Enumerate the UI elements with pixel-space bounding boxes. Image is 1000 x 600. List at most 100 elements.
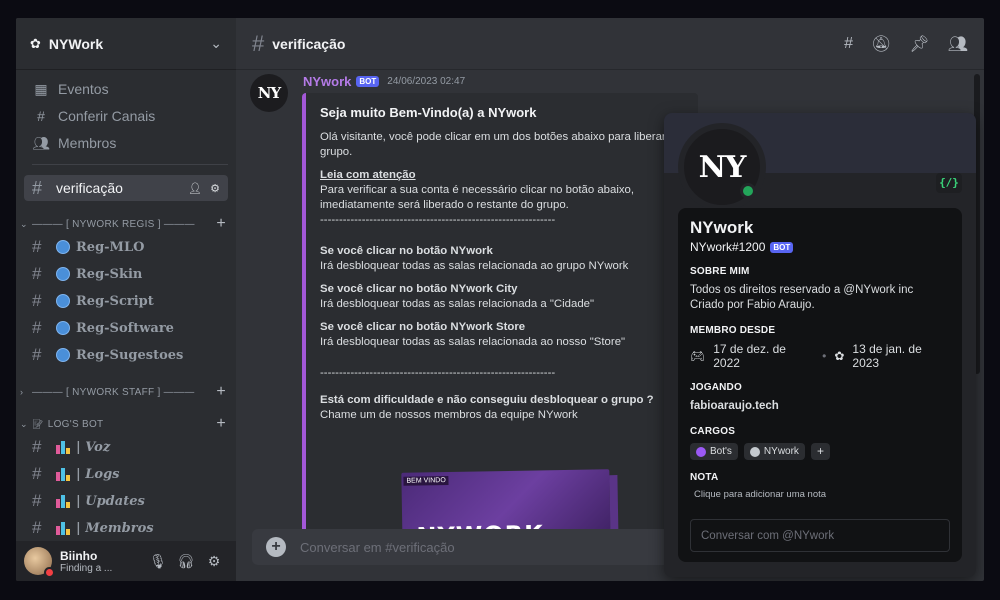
ny-logo: NY bbox=[257, 84, 281, 102]
server-name: NYWork bbox=[48, 35, 104, 52]
role-name: Bot's bbox=[710, 446, 732, 457]
gear-icon[interactable]: ⚙ bbox=[210, 182, 220, 195]
hash-icon: # bbox=[32, 318, 42, 337]
bot-badge: BOT bbox=[356, 76, 380, 87]
ny-logo: NY bbox=[698, 149, 747, 185]
role-pill[interactable]: Bot's bbox=[690, 443, 738, 460]
channel-label: Reg-Sugestoes bbox=[76, 347, 184, 363]
chevron-down-icon[interactable]: ⌄ bbox=[210, 35, 222, 52]
member-list-icon[interactable]: 👥︎ bbox=[948, 34, 968, 54]
category-nywork-staff[interactable]: › ——— [ NYWORK STAFF ] ——— + bbox=[20, 383, 232, 401]
profile-avatar[interactable]: NY bbox=[678, 123, 766, 211]
chart-icon bbox=[56, 494, 70, 508]
member-since-title: MEMBRO DESDE bbox=[690, 325, 776, 336]
profile-tag: NYwork#1200 bbox=[690, 240, 766, 254]
profile-name: NYwork bbox=[690, 218, 754, 237]
profile-tag-row: NYwork#1200 BOT bbox=[690, 240, 950, 254]
add-channel-icon[interactable]: + bbox=[216, 383, 226, 401]
nav-events[interactable]: ▦ Eventos bbox=[24, 76, 228, 102]
headphones-icon[interactable]: 🎧︎ bbox=[172, 553, 200, 570]
user-status: Finding a ... bbox=[60, 562, 113, 574]
channel-label: | Membros bbox=[76, 520, 154, 536]
category-nywork-regis[interactable]: ⌄ ——— [ NYWORK REGIS ] ——— + bbox=[20, 215, 232, 233]
server-icon: ✿ bbox=[30, 35, 41, 51]
hash-icon: # bbox=[32, 345, 42, 364]
microphone-icon[interactable]: 🎙︎ bbox=[144, 553, 172, 570]
threads-icon[interactable]: # bbox=[844, 35, 853, 53]
chart-icon bbox=[56, 521, 70, 535]
channel-reg-software[interactable]: # Reg-Software bbox=[24, 315, 228, 341]
user-meta[interactable]: Biinho Finding a ... bbox=[60, 549, 144, 574]
category-label: LOG'S BOT bbox=[47, 418, 104, 430]
message-embed: Seja muito Bem-Vindo(a) a NYwork Olá vis… bbox=[302, 93, 698, 533]
embed-banner-image[interactable]: BEM VINDO NYWORK bbox=[401, 469, 619, 533]
members-icon: 👥︎ bbox=[32, 134, 50, 151]
server-header[interactable]: ✿ NYWork ⌄ bbox=[16, 18, 236, 70]
note-input[interactable]: Clique para adicionar uma nota bbox=[694, 489, 950, 500]
channel-label: Reg-Script bbox=[76, 293, 154, 309]
globe-icon bbox=[56, 294, 70, 308]
nav-browse-channels[interactable]: # Conferir Canais bbox=[24, 103, 228, 129]
channel-reg-script[interactable]: # Reg-Script bbox=[24, 288, 228, 314]
about-text: Criado por Fabio Araujo. bbox=[690, 299, 815, 311]
message-composer[interactable]: + Conversar em #verificação bbox=[252, 529, 692, 565]
category-label: ——— [ NYWORK STAFF ] ——— bbox=[32, 386, 195, 398]
dm-input[interactable]: Conversar com @NYwork bbox=[690, 519, 950, 552]
channel-logs[interactable]: # | Logs bbox=[24, 461, 228, 487]
discord-logo-icon: 🎮︎ bbox=[690, 349, 706, 363]
channel-reg-sugestoes[interactable]: # Reg-Sugestoes bbox=[24, 342, 228, 368]
role-name: NYwork bbox=[763, 446, 799, 457]
channel-updates[interactable]: # | Updates bbox=[24, 488, 228, 514]
playing-text: fabioaraujo.tech bbox=[690, 400, 779, 412]
gear-icon[interactable]: ⚙ bbox=[200, 553, 228, 570]
add-attachment-icon[interactable]: + bbox=[266, 537, 286, 557]
note-title: NOTA bbox=[690, 472, 719, 483]
embed-attention-title: Leia com atenção bbox=[320, 169, 416, 181]
channel-reg-mlo[interactable]: # Reg-MLO bbox=[24, 234, 228, 260]
playing-title: JOGANDO bbox=[690, 382, 742, 393]
pin-icon[interactable]: 📌︎ bbox=[909, 34, 929, 54]
user-panel: Biinho Finding a ... 🎙︎ 🎧︎ ⚙ bbox=[16, 541, 236, 581]
about-text: Todos os direitos reservado a @NYwork in… bbox=[690, 284, 914, 296]
embed-attention-text: Para verificar a sua conta é necessário … bbox=[320, 184, 635, 211]
profile-body: NYwork NYwork#1200 BOT SOBRE MIM Todos o… bbox=[678, 208, 962, 562]
globe-icon bbox=[56, 267, 70, 281]
message-author[interactable]: NYwork bbox=[303, 74, 351, 89]
add-role-button[interactable]: + bbox=[810, 443, 830, 460]
embed-intro: Olá visitante, você pode clicar em um do… bbox=[320, 131, 676, 158]
member-since-row: 🎮︎ 17 de dez. de 2022 • ✿ 13 de jan. de … bbox=[690, 342, 950, 370]
role-color-icon bbox=[749, 446, 760, 457]
calendar-icon: ▦ bbox=[34, 80, 48, 97]
channel-membros[interactable]: # | Membros bbox=[24, 515, 228, 541]
add-channel-icon[interactable]: + bbox=[216, 415, 226, 433]
hash-icon: # bbox=[32, 237, 42, 256]
roles-title: CARGOS bbox=[690, 426, 736, 437]
avatar[interactable] bbox=[24, 547, 55, 578]
invite-icon[interactable]: 👤︎ bbox=[188, 182, 202, 195]
add-channel-icon[interactable]: + bbox=[216, 215, 226, 233]
hash-icon: # bbox=[32, 491, 42, 510]
channel-reg-skin[interactable]: # Reg-Skin bbox=[24, 261, 228, 287]
server-icon: ✿ bbox=[834, 349, 845, 363]
category-label: ——— [ NYWORK REGIS ] ——— bbox=[32, 218, 195, 230]
embed-option-title: Se você clicar no botão NYwork City bbox=[320, 283, 518, 295]
role-pill[interactable]: NYwork bbox=[743, 443, 805, 460]
embed-separator: ----------------------------------------… bbox=[320, 367, 556, 379]
mute-bell-icon[interactable]: 🔕︎ bbox=[871, 34, 891, 54]
active-developer-badge-icon[interactable]: {/} bbox=[936, 173, 962, 193]
category-logs-bot[interactable]: ⌄ 📝︎ LOG'S BOT + bbox=[20, 415, 232, 433]
message-avatar[interactable]: NY bbox=[250, 74, 288, 112]
globe-icon bbox=[56, 321, 70, 335]
channel-verificacao[interactable]: # verificação 👤︎ ⚙ bbox=[24, 175, 228, 201]
username: Biinho bbox=[60, 548, 98, 563]
embed-option-title: Se você clicar no botão NYwork bbox=[320, 245, 493, 257]
channel-label: verificação bbox=[56, 180, 123, 196]
channel-header: # verificação # 🔕︎ 📌︎ 👥︎ bbox=[236, 18, 984, 70]
sidebar-divider bbox=[32, 164, 228, 165]
globe-icon bbox=[56, 348, 70, 362]
roles-list: Bot's NYwork + bbox=[690, 443, 950, 460]
nav-members[interactable]: 👥︎ Membros bbox=[24, 130, 228, 156]
channel-voz[interactable]: # | Voz bbox=[24, 434, 228, 460]
hash-icon: # bbox=[32, 437, 42, 456]
embed-option-text: Irá desbloquear todas as salas relaciona… bbox=[320, 298, 595, 310]
